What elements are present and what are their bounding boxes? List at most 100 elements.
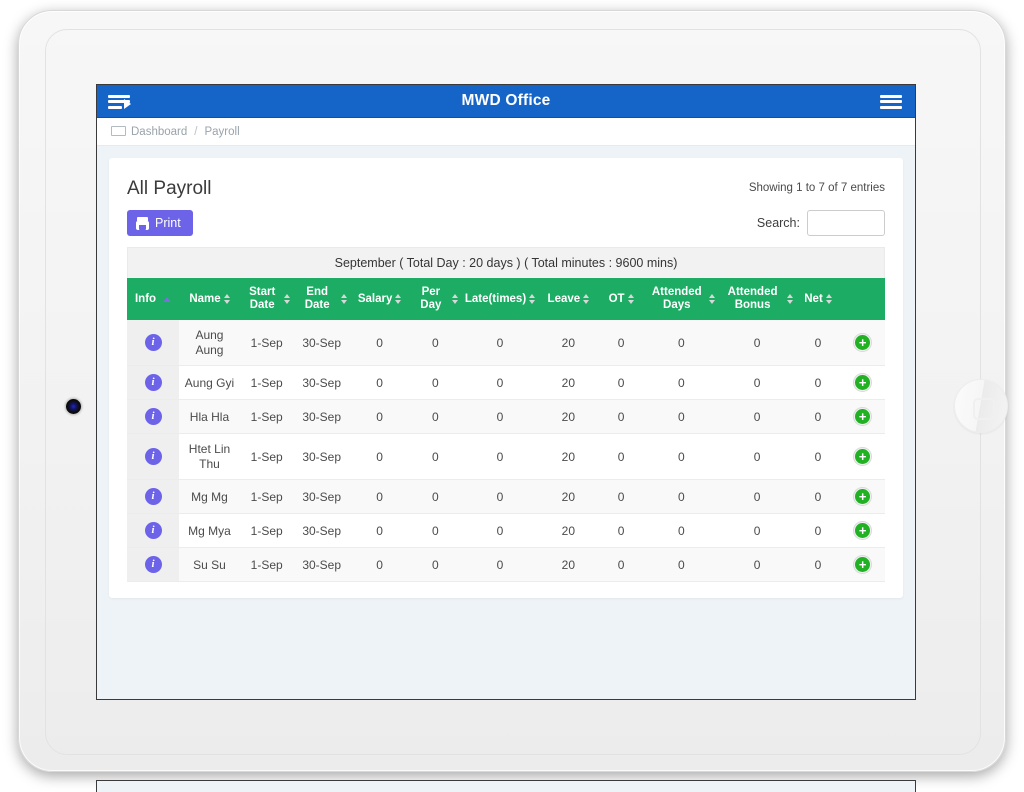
payroll-card: All Payroll Showing 1 to 7 of 7 entries …: [109, 158, 903, 598]
cell-attended-days: 0: [644, 513, 719, 549]
cell-end: 30-Sep: [293, 433, 350, 481]
cell-leave: 20: [538, 365, 599, 401]
add-icon[interactable]: +: [854, 374, 872, 392]
table-row: i Mg Mya 1-Sep 30-Sep 0 0 0 20 0 0 0 0 +: [127, 513, 885, 549]
sort-arrows-icon: [583, 294, 590, 305]
cell-name: Su Su: [179, 547, 240, 583]
cell-attended-bonus: 0: [718, 547, 796, 583]
sort-arrows-icon: [825, 294, 832, 305]
column-header-attended-bonus[interactable]: Attended Bonus: [718, 278, 796, 321]
cell-per-day: 0: [409, 320, 462, 367]
add-icon[interactable]: +: [854, 522, 872, 540]
breadcrumb-item-dashboard[interactable]: Dashboard: [131, 126, 187, 138]
cell-end: 30-Sep: [293, 320, 350, 367]
breadcrumb-separator: /: [194, 125, 198, 138]
cell-info: i: [127, 320, 180, 367]
column-header-ot[interactable]: OT: [598, 278, 645, 321]
cell-name: Mg Mg: [179, 479, 240, 515]
card-header-row: All Payroll Showing 1 to 7 of 7 entries: [127, 176, 885, 200]
cell-add-action: +: [840, 433, 885, 481]
search-input[interactable]: [807, 210, 885, 236]
cell-add-action: +: [840, 365, 885, 401]
hamburger-bars: [880, 92, 902, 111]
printer-icon: [136, 216, 149, 230]
table-row: i Htet Lin Thu 1-Sep 30-Sep 0 0 0 20 0 0 0 0 +: [127, 433, 885, 481]
cell-add-action: +: [840, 399, 885, 435]
cell-attended-bonus: 0: [718, 399, 796, 435]
cell-salary: 0: [349, 479, 410, 515]
print-button-label: Print: [155, 216, 181, 230]
add-icon[interactable]: +: [854, 408, 872, 426]
cell-attended-days: 0: [644, 479, 719, 515]
page-title: All Payroll: [127, 178, 212, 199]
add-icon[interactable]: +: [854, 448, 872, 466]
cell-add-action: +: [840, 513, 885, 549]
cell-start: 1-Sep: [239, 320, 294, 367]
cell-late: 0: [461, 399, 539, 435]
column-header-start-date[interactable]: Start Date: [239, 278, 294, 321]
cell-start: 1-Sep: [239, 399, 294, 435]
cell-attended-bonus: 0: [718, 320, 796, 367]
column-header-attended-days[interactable]: Attended Days: [644, 278, 719, 321]
cell-per-day: 0: [409, 433, 462, 481]
column-header-info[interactable]: Info: [127, 278, 180, 321]
payroll-table-wrap: September ( Total Day : 20 days ) ( Tota…: [127, 247, 885, 583]
column-header-salary[interactable]: Salary: [349, 278, 410, 321]
cell-per-day: 0: [409, 547, 462, 583]
add-icon[interactable]: +: [854, 334, 872, 352]
cell-net: 0: [795, 513, 841, 549]
sort-arrows-icon: [627, 294, 634, 305]
add-icon[interactable]: +: [854, 488, 872, 506]
page-body: All Payroll Showing 1 to 7 of 7 entries …: [97, 146, 915, 699]
cell-ot: 0: [598, 320, 645, 367]
info-icon[interactable]: i: [144, 488, 162, 506]
cell-net: 0: [795, 479, 841, 515]
cell-attended-days: 0: [644, 365, 719, 401]
cell-end: 30-Sep: [293, 399, 350, 435]
next-page-peek: [96, 780, 916, 792]
column-header-name[interactable]: Name: [179, 278, 240, 321]
info-icon[interactable]: i: [144, 374, 162, 392]
info-icon[interactable]: i: [144, 522, 162, 540]
cell-leave: 20: [538, 433, 599, 481]
payroll-table: Info Name Start Date End Date Salary Per…: [127, 278, 885, 583]
breadcrumb-item-payroll[interactable]: Payroll: [204, 126, 239, 138]
home-button[interactable]: [954, 379, 1008, 433]
cell-start: 1-Sep: [239, 513, 294, 549]
column-header-per-day[interactable]: Per Day: [409, 278, 462, 321]
cell-leave: 20: [538, 513, 599, 549]
cell-ot: 0: [598, 513, 645, 549]
sort-arrows-icon: [223, 294, 230, 305]
print-button[interactable]: Print: [127, 210, 193, 236]
column-header-late[interactable]: Late(times): [461, 278, 539, 321]
add-icon[interactable]: +: [854, 556, 872, 574]
table-row: i Hla Hla 1-Sep 30-Sep 0 0 0 20 0 0 0 0 +: [127, 399, 885, 435]
payroll-table-body: i Aung Aung 1-Sep 30-Sep 0 0 0 20 0 0 0 0 + i Aung Gyi…: [127, 320, 885, 583]
cell-attended-days: 0: [644, 547, 719, 583]
column-header-name-label: Name: [189, 292, 221, 305]
column-header-per-day-label: Per Day: [420, 286, 442, 312]
summary-banner: September ( Total Day : 20 days ) ( Tota…: [127, 247, 885, 278]
column-header-end-date[interactable]: End Date: [293, 278, 350, 321]
menu-arrow-icon[interactable]: [101, 85, 137, 118]
info-icon[interactable]: i: [144, 408, 162, 426]
column-header-net-label: Net: [804, 292, 823, 305]
hamburger-icon[interactable]: [873, 85, 909, 118]
column-header-leave[interactable]: Leave: [538, 278, 599, 321]
cell-late: 0: [461, 433, 539, 481]
column-header-net[interactable]: Net: [795, 278, 841, 321]
sort-asc-icon: [163, 296, 172, 302]
column-header-info-label: Info: [134, 292, 157, 305]
sort-arrows-icon: [709, 294, 716, 305]
cell-per-day: 0: [409, 479, 462, 515]
sort-arrows-icon: [786, 294, 793, 305]
cell-start: 1-Sep: [239, 547, 294, 583]
info-icon[interactable]: i: [144, 556, 162, 574]
sort-arrows-icon: [452, 294, 459, 305]
sort-arrows-icon: [529, 294, 536, 305]
cell-net: 0: [795, 320, 841, 367]
table-row: i Aung Aung 1-Sep 30-Sep 0 0 0 20 0 0 0 0 +: [127, 320, 885, 367]
info-icon[interactable]: i: [144, 334, 162, 352]
cell-start: 1-Sep: [239, 479, 294, 515]
info-icon[interactable]: i: [144, 448, 162, 466]
